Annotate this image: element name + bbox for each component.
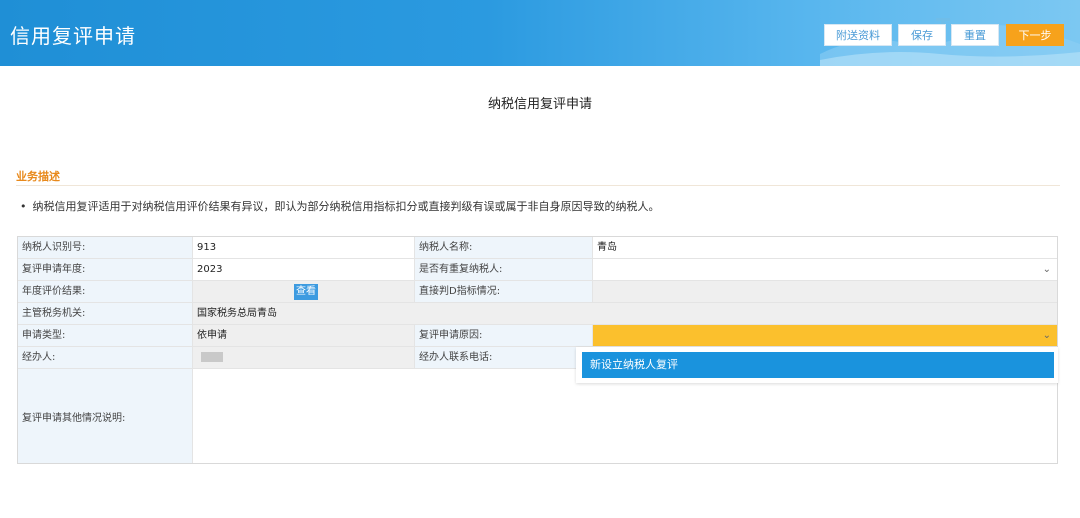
next-step-button[interactable]: 下一步 [1006,24,1064,46]
duplicate-taxpayer-select[interactable]: ⌄ [593,259,1057,280]
taxpayer-id-label: 纳税人识别号: [18,237,193,258]
reset-button[interactable]: 重置 [951,24,999,46]
form-row: 年度评价结果: 查看 直接判D指标情况: [18,281,1057,303]
annual-result-label: 年度评价结果: [18,281,193,302]
business-description: • 纳税信用复评适用于对纳税信用评价结果有异议，即认为部分纳税信用指标扣分或直接判… [20,198,660,214]
taxpayer-id-field[interactable]: 913 [193,237,415,258]
dropdown-option[interactable]: 新设立纳税人复评 [582,352,1054,378]
chevron-down-icon: ⌄ [1042,330,1051,341]
view-button[interactable]: 查看 [294,284,318,300]
review-year-label: 复评申请年度: [18,259,193,280]
apply-type-value: 依申请 [193,325,415,346]
taxpayer-id-value: 913 [197,242,217,253]
review-year-field[interactable]: 2023 [193,259,415,280]
taxpayer-name-value: 青岛 [597,242,617,253]
app-header: 信用复评申请 附送资料 保存 重置 下一步 [0,0,1080,66]
handler-label: 经办人: [18,347,193,368]
section-divider [16,185,1060,186]
remark-textarea[interactable] [193,369,1057,463]
handler-field[interactable] [193,347,415,368]
section-label: 业务描述 [16,170,60,183]
redaction-mask [617,241,757,253]
bullet-icon: • [20,200,27,213]
page-title: 纳税信用复评申请 [487,97,592,112]
form-row: 纳税人识别号: 913 纳税人名称: 青岛 [18,237,1057,259]
tax-authority-value: 国家税务总局青岛 [193,303,1057,324]
taxpayer-name-field[interactable]: 青岛 [593,237,1057,258]
apply-reason-dropdown: 新设立纳税人复评 [576,347,1058,383]
apply-reason-select[interactable]: ⌄ [593,325,1057,346]
chevron-down-icon: ⌄ [1042,264,1051,275]
form-row: 复评申请其他情况说明: [18,369,1057,463]
save-button[interactable]: 保存 [898,24,946,46]
tax-authority-label: 主管税务机关: [18,303,193,324]
redaction-mask [201,352,223,362]
direct-d-field [593,281,1057,302]
remark-label: 复评申请其他情况说明: [18,369,193,463]
form-row: 申请类型: 依申请 复评申请原因: ⌄ [18,325,1057,347]
annual-result-field: 查看 [193,281,415,302]
attach-materials-button[interactable]: 附送资料 [824,24,892,46]
taxpayer-name-label: 纳税人名称: [415,237,593,258]
apply-reason-label: 复评申请原因: [415,325,593,346]
direct-d-label: 直接判D指标情况: [415,281,593,302]
description-text: 纳税信用复评适用于对纳税信用评价结果有异议，即认为部分纳税信用指标扣分或直接判级… [32,200,660,213]
app-title: 信用复评申请 [10,24,136,48]
form-row: 复评申请年度: 2023 是否有重复纳税人: ⌄ [18,259,1057,281]
apply-type-label: 申请类型: [18,325,193,346]
form-row: 主管税务机关: 国家税务总局青岛 [18,303,1057,325]
duplicate-taxpayer-label: 是否有重复纳税人: [415,259,593,280]
redaction-mask [216,241,307,253]
handler-phone-label: 经办人联系电话: [415,347,593,368]
